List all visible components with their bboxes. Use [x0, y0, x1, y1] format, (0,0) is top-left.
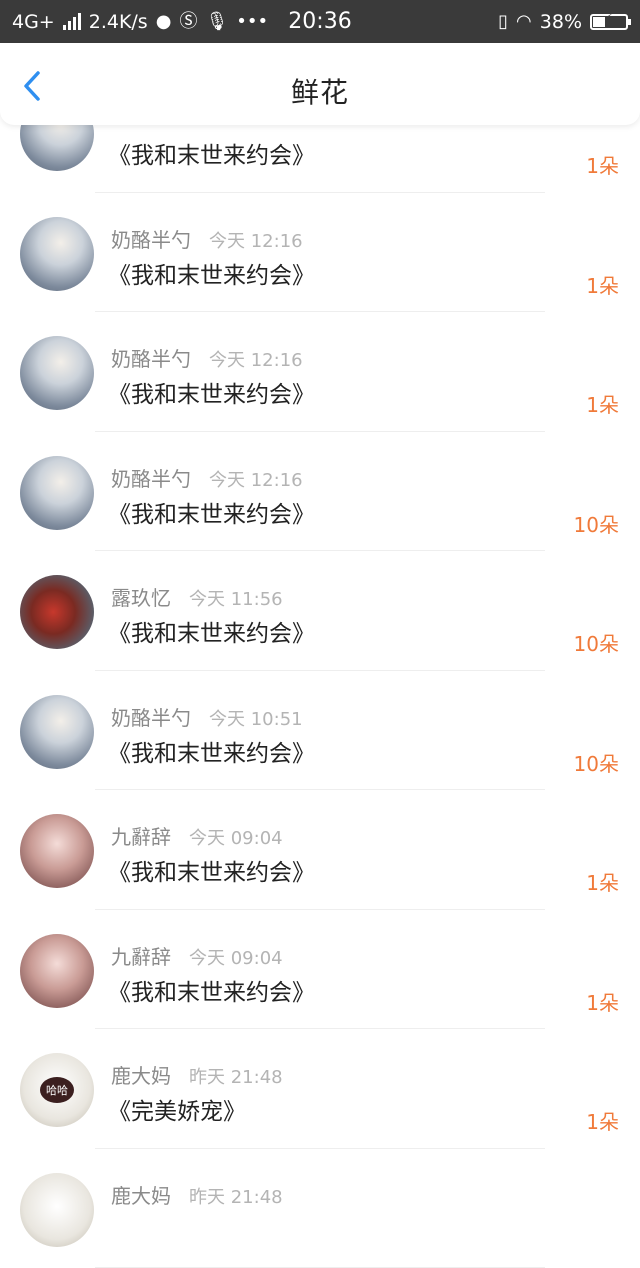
signal-icon	[63, 14, 81, 30]
user-name[interactable]: 九辭辞	[111, 941, 171, 970]
network-type: 4G+	[12, 11, 55, 33]
status-bar: 4G+ 2.4K/s ● Ⓢ 🎙 ••• 20:36 ▯ ◠ 38% ⚡	[0, 0, 640, 43]
network-speed: 2.4K/s	[89, 11, 148, 33]
book-title[interactable]: 《我和末世来约会》	[108, 614, 315, 648]
avatar[interactable]	[20, 336, 94, 410]
user-name[interactable]: 奶酪半勺	[111, 702, 191, 731]
flower-count: 10朵	[574, 509, 619, 538]
user-name[interactable]: 奶酪半勺	[111, 224, 191, 253]
flower-count: 1朵	[586, 987, 619, 1016]
avatar[interactable]	[20, 695, 94, 769]
avatar[interactable]	[20, 217, 94, 291]
item-meta: 奶酪半勺今天 12:16	[111, 224, 303, 253]
flower-list: 《我和末世来约会》1朵奶酪半勺今天 12:16《我和末世来约会》1朵奶酪半勺今天…	[0, 73, 640, 1268]
avatar[interactable]: 哈哈	[20, 1053, 94, 1127]
flower-count: 10朵	[574, 748, 619, 777]
book-title[interactable]: 《我和末世来约会》	[108, 853, 315, 887]
timestamp: 今天 12:16	[209, 466, 303, 492]
avatar[interactable]	[20, 934, 94, 1008]
book-title[interactable]: 《我和末世来约会》	[108, 375, 315, 409]
user-name[interactable]: 鹿大妈	[111, 1180, 171, 1209]
list-item[interactable]: 露玖忆今天 11:56 《我和末世来约会》 10朵	[0, 551, 640, 671]
book-title[interactable]: 《我和末世来约会》	[108, 136, 315, 170]
avatar-text: 哈哈	[40, 1077, 74, 1103]
item-meta: 奶酪半勺今天 12:16	[111, 463, 303, 492]
charging-icon: ⚡	[604, 12, 613, 27]
item-meta: 露玖忆今天 11:56	[111, 582, 283, 611]
page-title: 鲜花	[0, 71, 640, 111]
list-item[interactable]: 奶酪半勺今天 10:51 《我和末世来约会》 10朵	[0, 671, 640, 791]
item-meta: 奶酪半勺今天 12:16	[111, 343, 303, 372]
timestamp: 今天 12:16	[209, 346, 303, 372]
book-title[interactable]: 《我和末世来约会》	[108, 256, 315, 290]
nav-header: 鲜花	[0, 43, 640, 125]
battery-icon: ⚡	[590, 14, 628, 30]
timestamp: 今天 12:16	[209, 227, 303, 253]
flower-count: 1朵	[586, 150, 619, 179]
wifi-icon: ◠	[516, 13, 532, 31]
more-icon: •••	[236, 13, 268, 31]
item-meta: 鹿大妈昨天 21:48	[111, 1180, 283, 1209]
item-meta: 九辭辞今天 09:04	[111, 941, 283, 970]
list-item[interactable]: 奶酪半勺今天 12:16 《我和末世来约会》 1朵	[0, 193, 640, 313]
item-meta: 奶酪半勺今天 10:51	[111, 702, 303, 731]
avatar[interactable]	[20, 814, 94, 888]
list-item[interactable]: 奶酪半勺今天 12:16 《我和末世来约会》 1朵	[0, 312, 640, 432]
mic-icon: 🎙	[205, 13, 228, 31]
timestamp: 今天 11:56	[189, 585, 283, 611]
list-item[interactable]: 哈哈 鹿大妈昨天 21:48 《完美娇宠》 1朵	[0, 1029, 640, 1149]
timestamp: 今天 10:51	[209, 705, 303, 731]
book-title[interactable]: 《我和末世来约会》	[108, 495, 315, 529]
flower-count: 1朵	[586, 1106, 619, 1135]
timestamp: 昨天 21:48	[189, 1063, 283, 1089]
avatar[interactable]	[20, 1173, 94, 1247]
book-title[interactable]: 《我和末世来约会》	[108, 973, 315, 1007]
flower-count: 1朵	[586, 389, 619, 418]
user-name[interactable]: 九辭辞	[111, 821, 171, 850]
user-name[interactable]: 奶酪半勺	[111, 343, 191, 372]
list-item[interactable]: 九辭辞今天 09:04 《我和末世来约会》 1朵	[0, 910, 640, 1030]
flower-count: 1朵	[586, 867, 619, 896]
planet-icon: ●	[156, 13, 172, 31]
status-right: ▯ ◠ 38% ⚡	[498, 11, 628, 33]
book-title[interactable]: 《我和末世来约会》	[108, 734, 315, 768]
user-name[interactable]: 露玖忆	[111, 582, 171, 611]
item-meta: 九辭辞今天 09:04	[111, 821, 283, 850]
timestamp: 今天 09:04	[189, 944, 283, 970]
avatar[interactable]	[20, 575, 94, 649]
list-item[interactable]: 奶酪半勺今天 12:16 《我和末世来约会》 10朵	[0, 432, 640, 552]
user-name[interactable]: 奶酪半勺	[111, 463, 191, 492]
vibrate-icon: ▯	[498, 13, 508, 31]
s-app-icon: Ⓢ	[179, 13, 197, 31]
book-title[interactable]: 《完美娇宠》	[108, 1092, 246, 1126]
battery-percent: 38%	[540, 11, 582, 33]
list-item[interactable]: 鹿大妈昨天 21:48	[0, 1149, 640, 1268]
flower-count: 10朵	[574, 628, 619, 657]
avatar[interactable]	[20, 456, 94, 530]
status-time: 20:36	[288, 9, 351, 34]
flower-count: 1朵	[586, 270, 619, 299]
list-item[interactable]: 九辭辞今天 09:04 《我和末世来约会》 1朵	[0, 790, 640, 910]
user-name[interactable]: 鹿大妈	[111, 1060, 171, 1089]
item-meta: 鹿大妈昨天 21:48	[111, 1060, 283, 1089]
timestamp: 今天 09:04	[189, 824, 283, 850]
status-left: 4G+ 2.4K/s ● Ⓢ 🎙 •••	[12, 11, 268, 33]
